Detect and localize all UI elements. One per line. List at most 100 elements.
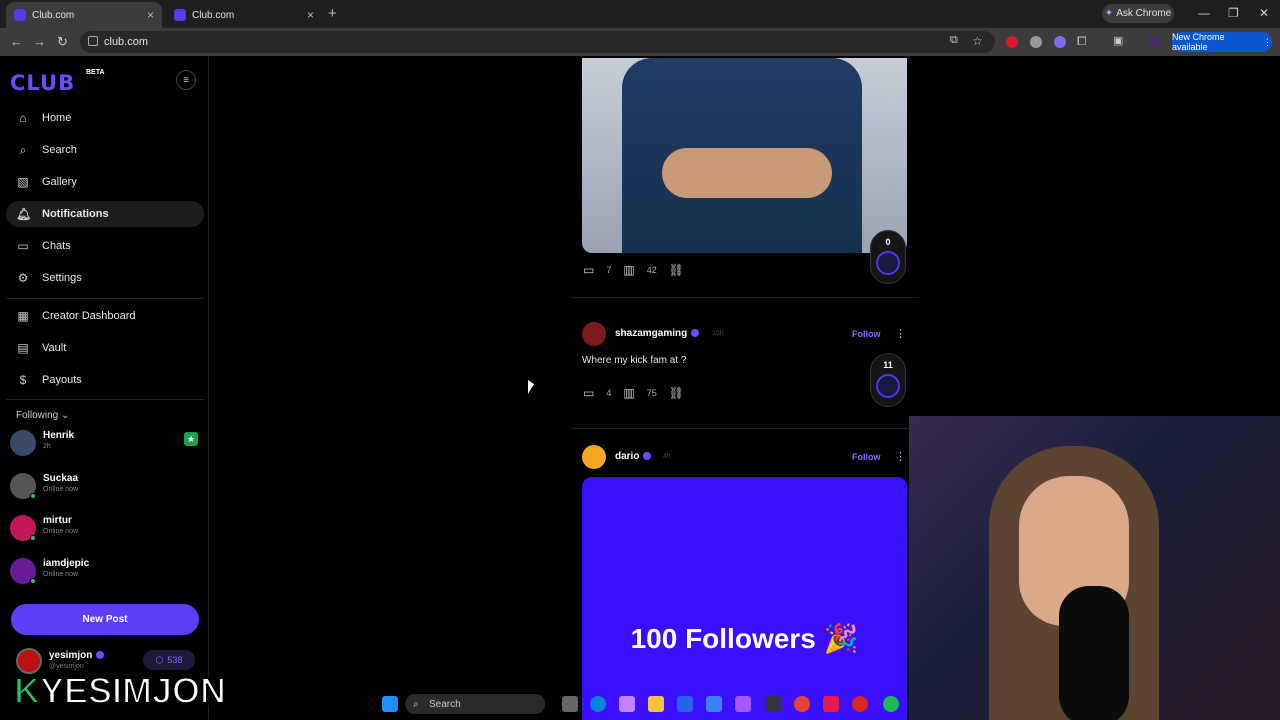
- more-options-icon[interactable]: ⋮: [895, 450, 906, 463]
- opera-icon[interactable]: [852, 696, 868, 712]
- following-item[interactable]: mirtur Online now: [10, 513, 200, 545]
- chrome-icon[interactable]: [794, 696, 810, 712]
- nav-notifications[interactable]: 🔔︎ Notifications: [6, 201, 204, 227]
- link-icon[interactable]: ⛓: [669, 263, 684, 277]
- app-icon[interactable]: [735, 696, 751, 712]
- gallery-icon: ▧: [17, 175, 29, 189]
- post-stats: ▭ 4 ▥ 75 ⛓: [583, 386, 684, 400]
- browser-tab[interactable]: Club.com ×: [166, 2, 322, 28]
- reload-icon[interactable]: ↻: [57, 34, 68, 50]
- points-badge[interactable]: ⬡ 538: [143, 650, 195, 670]
- view-count: 42: [646, 265, 657, 275]
- tip-coin-button[interactable]: 0: [870, 230, 906, 284]
- friend-name: Henrik: [43, 430, 75, 441]
- feed: 0 ▭ 7 ▥ 42 ⛓ shazamgaming 16h Follow ⋮ Whe…: [571, 56, 919, 720]
- nav-settings[interactable]: ⚙ Settings: [6, 265, 204, 291]
- verified-icon: [691, 329, 700, 338]
- extension-icon[interactable]: [1006, 36, 1018, 48]
- nav-vault[interactable]: ▤ Vault: [6, 335, 204, 361]
- install-icon[interactable]: ⧉: [950, 34, 958, 47]
- tip-coin-button[interactable]: 11: [870, 353, 906, 407]
- hamburger-menu-icon[interactable]: ≡: [176, 70, 196, 90]
- more-options-icon[interactable]: ⋮: [895, 327, 906, 340]
- post-text: Where my kick fam at ?: [582, 355, 687, 366]
- app-icon[interactable]: [823, 696, 839, 712]
- nav-creator-dashboard[interactable]: ▦ Creator Dashboard: [6, 303, 204, 329]
- bookmark-star-icon[interactable]: ☆: [972, 34, 983, 48]
- post-author-row[interactable]: dario: [615, 451, 652, 462]
- nav-home[interactable]: ⌂ Home: [6, 105, 204, 131]
- restore-icon[interactable]: ❐: [1228, 6, 1239, 20]
- avatar[interactable]: [582, 445, 606, 469]
- gear-icon: ⚙: [17, 271, 29, 285]
- windows-start-icon[interactable]: [382, 696, 398, 712]
- app-icon[interactable]: [765, 696, 781, 712]
- post-banner-image[interactable]: 100 Followers 🎉: [582, 477, 907, 720]
- site-info-icon[interactable]: [88, 36, 98, 46]
- following-item[interactable]: Suckaa Online now: [10, 471, 200, 503]
- taskbar-search-label: Search: [429, 698, 461, 710]
- follow-button[interactable]: Follow: [852, 452, 881, 462]
- extensions-puzzle-icon[interactable]: ⧠: [1077, 34, 1087, 49]
- browser-tab[interactable]: Club.com ×: [6, 2, 162, 28]
- post-separator: [571, 428, 919, 429]
- watermark-k: K: [13, 669, 41, 712]
- home-icon: ⌂: [19, 111, 27, 125]
- address-bar[interactable]: club.com: [80, 31, 995, 53]
- file-explorer-icon[interactable]: [648, 696, 664, 712]
- new-chrome-available-button[interactable]: New Chrome available ⋮: [1172, 32, 1272, 52]
- edge-icon[interactable]: [590, 696, 606, 712]
- comment-icon[interactable]: ▭: [583, 263, 594, 277]
- nav-label: Notifications: [42, 208, 109, 220]
- following-item[interactable]: iamdjepic Online now: [10, 556, 200, 588]
- close-window-icon[interactable]: ✕: [1259, 6, 1269, 20]
- vault-icon: ▤: [17, 341, 29, 355]
- post-author-row[interactable]: shazamgaming: [615, 328, 700, 339]
- link-icon[interactable]: ⛓: [669, 386, 684, 400]
- taskbar-search[interactable]: ⌕ Search: [405, 694, 545, 714]
- spotify-icon[interactable]: [883, 696, 899, 712]
- profile-avatar[interactable]: [1148, 36, 1160, 48]
- comment-icon[interactable]: ▭: [583, 386, 594, 400]
- following-item[interactable]: Henrik 2h ★: [10, 428, 200, 460]
- coin-count: 0: [885, 237, 891, 247]
- nav-search[interactable]: ⌕ Search: [6, 137, 204, 163]
- ask-chrome-button[interactable]: ✦ Ask Chrome: [1102, 4, 1174, 23]
- extension-icon[interactable]: [1054, 36, 1066, 48]
- search-icon: ⌕: [413, 698, 419, 710]
- new-post-button[interactable]: New Post: [11, 604, 199, 635]
- dollar-icon: $: [19, 373, 27, 387]
- online-indicator: [30, 535, 36, 541]
- store-icon[interactable]: [677, 696, 693, 712]
- copilot-icon[interactable]: [619, 696, 635, 712]
- friend-status: Online now: [43, 486, 79, 493]
- post-stats: ▭ 7 ▥ 42 ⛓: [583, 263, 684, 277]
- post-image[interactable]: [582, 58, 907, 253]
- following-toggle[interactable]: Following ⌄: [16, 410, 69, 421]
- new-tab-icon[interactable]: +: [328, 5, 337, 22]
- close-tab-icon[interactable]: ×: [307, 8, 314, 22]
- mail-icon[interactable]: [706, 696, 722, 712]
- nav-chats[interactable]: ▭ Chats: [6, 233, 204, 259]
- minimize-icon[interactable]: —: [1198, 6, 1210, 20]
- task-view-icon[interactable]: [562, 696, 578, 712]
- sparkle-icon: ✦: [1104, 8, 1114, 19]
- nav-label: Chats: [42, 240, 71, 252]
- back-icon[interactable]: ←: [10, 34, 23, 49]
- tab-title: Club.com: [32, 9, 75, 21]
- banner-text: 100 Followers 🎉: [630, 623, 859, 654]
- club-logo[interactable]: CLUB: [10, 71, 75, 95]
- view-count: 75: [646, 388, 657, 398]
- nav-payouts[interactable]: $ Payouts: [6, 367, 204, 393]
- forward-icon[interactable]: →: [33, 34, 46, 49]
- close-tab-icon[interactable]: ×: [147, 8, 154, 22]
- extension-icon[interactable]: [1030, 36, 1042, 48]
- post-author: dario: [615, 451, 640, 462]
- beta-badge: BETA: [86, 69, 105, 76]
- friend-name: Suckaa: [43, 473, 79, 484]
- avatar[interactable]: [582, 322, 606, 346]
- side-panel-icon[interactable]: ▣: [1113, 34, 1123, 47]
- nav-label: Gallery: [42, 176, 77, 188]
- follow-button[interactable]: Follow: [852, 329, 881, 339]
- nav-gallery[interactable]: ▧ Gallery: [6, 169, 204, 195]
